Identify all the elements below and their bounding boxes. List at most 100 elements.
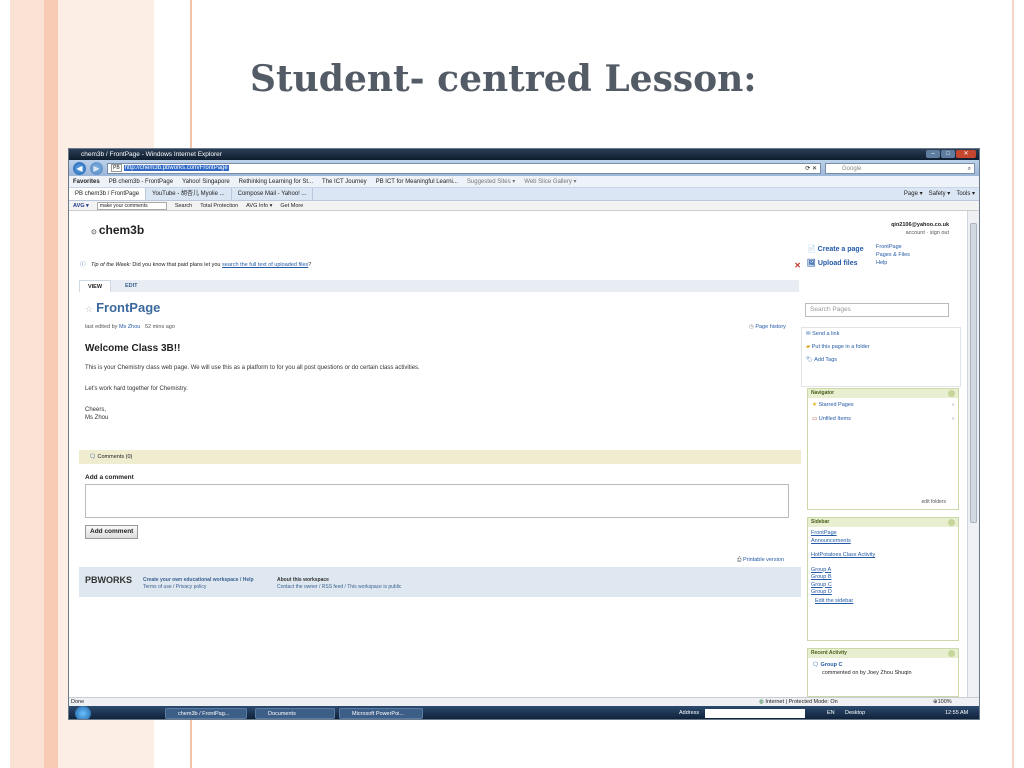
- clock[interactable]: 12:55 AM: [945, 710, 968, 716]
- quick-link[interactable]: Pages & Files: [876, 251, 910, 259]
- language-indicator[interactable]: EN: [827, 710, 835, 716]
- avg-search-button[interactable]: Search: [175, 203, 192, 209]
- sidebar-link[interactable]: Group B: [808, 574, 958, 582]
- tab-view[interactable]: VIEW: [79, 280, 111, 292]
- footer-link[interactable]: Contact the owner / RSS feed / This work…: [277, 584, 401, 591]
- tab-chem3b[interactable]: PB chem3b / FrontPage: [69, 188, 147, 200]
- address-label: Address: [679, 710, 700, 716]
- footer-link[interactable]: Terms of use / Privacy policy: [143, 584, 254, 591]
- meta-author[interactable]: Ms Zhou: [119, 324, 140, 330]
- avg-search-input[interactable]: make your comments: [96, 201, 167, 210]
- zoom-level[interactable]: ⊕100%: [933, 698, 952, 706]
- content-paragraph: Let's work hard together for Chemistry.: [85, 386, 188, 392]
- action-label: Add Tags: [814, 357, 838, 363]
- sidebar-link[interactable]: Group C: [808, 582, 958, 590]
- taskbar-item[interactable]: Microsoft PowerPoi...: [339, 708, 423, 719]
- recent-item-title[interactable]: 🗨 Group C: [812, 661, 954, 669]
- favorite-link[interactable]: PB chem3b - FrontPage: [109, 179, 173, 185]
- sidebar-link[interactable]: Group D: [808, 589, 958, 597]
- comment-textarea[interactable]: [85, 484, 789, 518]
- collapse-toggle[interactable]: [948, 650, 955, 657]
- printable-version-link[interactable]: ⎙ Printable version: [737, 557, 784, 564]
- star-icon[interactable]: ☆: [85, 304, 93, 314]
- tab-edit[interactable]: EDIT: [125, 280, 138, 292]
- collapse-toggle[interactable]: [948, 390, 955, 397]
- forward-button[interactable]: ▶: [90, 161, 103, 175]
- edit-folders-link[interactable]: edit folders: [922, 499, 946, 505]
- quick-link[interactable]: FrontPage: [876, 243, 910, 251]
- create-page-button[interactable]: 📄 Create a page: [807, 245, 864, 253]
- favorite-link[interactable]: Yahoo! Singapore: [182, 179, 230, 185]
- sidebar-title: Sidebar: [811, 519, 830, 525]
- taskbar-item[interactable]: chem3b / FrontPag...: [165, 708, 247, 719]
- safety-menu[interactable]: Safety ▾: [929, 190, 951, 197]
- favorite-link[interactable]: PB ICT for Meaningful Learni...: [376, 179, 458, 185]
- comment-icon: 🗨: [89, 454, 98, 460]
- quick-link[interactable]: Help: [876, 259, 910, 267]
- address-bar[interactable]: PB http://chem3b.pbworks.com/FrontPage ⟳…: [107, 162, 821, 174]
- search-icon[interactable]: ⌕: [968, 164, 971, 174]
- favorite-link[interactable]: Web Slice Gallery ▾: [524, 178, 576, 185]
- command-bar: Page ▾ Safety ▾ Tools ▾: [904, 190, 975, 197]
- footer-link[interactable]: Create your own educational workspace / …: [143, 577, 254, 584]
- refresh-icon[interactable]: ⟳ ✕: [805, 165, 817, 172]
- favorite-link[interactable]: The ICT Journey: [322, 179, 367, 185]
- taskbar-item[interactable]: Documents: [255, 708, 335, 719]
- sidebar-link[interactable]: HotPotatoes Class Activity: [808, 552, 958, 560]
- favorite-link[interactable]: Rethinking Learning for St...: [239, 179, 313, 185]
- sidebar-link[interactable]: FrontPage: [808, 530, 958, 538]
- status-bar: Done ◍ Internet | Protected Mode: On ⊕10…: [69, 697, 979, 706]
- avg-more[interactable]: Get More: [280, 203, 303, 209]
- add-tags-action[interactable]: 🏷 Add Tags: [806, 354, 960, 367]
- window-titlebar: chem3b / FrontPage - Windows Internet Ex…: [69, 149, 979, 160]
- search-pages-input[interactable]: Search Pages: [805, 303, 949, 317]
- recent-item-text: commented on by Joey Zhou Shuqin: [822, 670, 912, 676]
- zoom-value: 100%: [937, 699, 952, 705]
- url-text: http://chem3b.pbworks.com/FrontPage: [123, 165, 229, 171]
- web-search-input[interactable]: Google ⌕: [825, 162, 975, 174]
- minimize-button[interactable]: –: [926, 150, 940, 158]
- window-title: chem3b / FrontPage - Windows Internet Ex…: [81, 151, 222, 158]
- close-button[interactable]: ✕: [956, 150, 976, 158]
- starred-pages-item[interactable]: ★ Starred Pages ›: [808, 398, 958, 412]
- desktop-toolbar[interactable]: Desktop: [845, 710, 865, 716]
- start-button[interactable]: [75, 706, 91, 719]
- upload-files-button[interactable]: 🖼 Upload files: [807, 259, 858, 267]
- scroll-thumb[interactable]: [970, 223, 977, 523]
- meta-prefix: last edited by: [85, 324, 118, 330]
- page-menu[interactable]: Page ▾: [904, 190, 923, 197]
- edit-sidebar-link[interactable]: Edit the sidebar: [808, 598, 958, 606]
- comments-bar[interactable]: 🗨 Comments (0): [79, 450, 801, 464]
- folder-action[interactable]: ▰ Put this page in a folder: [806, 341, 960, 354]
- avg-info[interactable]: AVG Info ▾: [246, 203, 272, 209]
- tab-yahoo-mail[interactable]: Compose Mail - Yahoo! ...: [232, 188, 314, 200]
- slide-title: Student- centred Lesson:: [250, 58, 757, 100]
- dismiss-tip-icon[interactable]: ✕: [794, 260, 801, 271]
- sidebar-links: FrontPage Announcements HotPotatoes Clas…: [808, 527, 958, 605]
- vertical-scrollbar[interactable]: [967, 211, 979, 697]
- favorite-link[interactable]: Suggested Sites ▾: [467, 178, 515, 185]
- tab-youtube[interactable]: YouTube - 胡杏儿 Myolie ...: [146, 188, 232, 200]
- back-button[interactable]: ◀: [73, 161, 86, 175]
- avg-logo[interactable]: AVG ▾: [73, 203, 89, 209]
- tools-menu[interactable]: Tools ▾: [956, 190, 975, 197]
- send-link-action[interactable]: ✉ Send a link: [806, 328, 960, 341]
- favorites-button[interactable]: Favorites: [73, 179, 100, 185]
- collapse-toggle[interactable]: [948, 519, 955, 526]
- security-zone[interactable]: ◍ Internet | Protected Mode: On: [759, 698, 838, 706]
- add-comment-button[interactable]: Add comment: [85, 525, 139, 539]
- account-email: qin2106@yahoo.co.uk: [891, 222, 949, 228]
- page-title-text: FrontPage: [96, 300, 161, 315]
- taskbar-address-input[interactable]: [705, 709, 805, 718]
- sidebar-link[interactable]: Announcements: [808, 538, 958, 546]
- account-links[interactable]: account · sign out: [891, 229, 949, 237]
- page-title: ☆ FrontPage: [85, 300, 160, 315]
- page-history-link[interactable]: ◷ Page history: [749, 324, 786, 330]
- avg-protection[interactable]: Total Protection: [200, 203, 238, 209]
- footer-link[interactable]: About this workspace: [277, 577, 401, 584]
- sidebar-link[interactable]: Group A: [808, 567, 958, 575]
- unfiled-items-item[interactable]: ▭ Unfiled Items ›: [808, 412, 958, 426]
- tip-link[interactable]: search the full text of uploaded files: [222, 262, 308, 268]
- workspace-name[interactable]: ⊙ chem3b: [91, 223, 144, 237]
- maximize-button[interactable]: □: [941, 150, 955, 158]
